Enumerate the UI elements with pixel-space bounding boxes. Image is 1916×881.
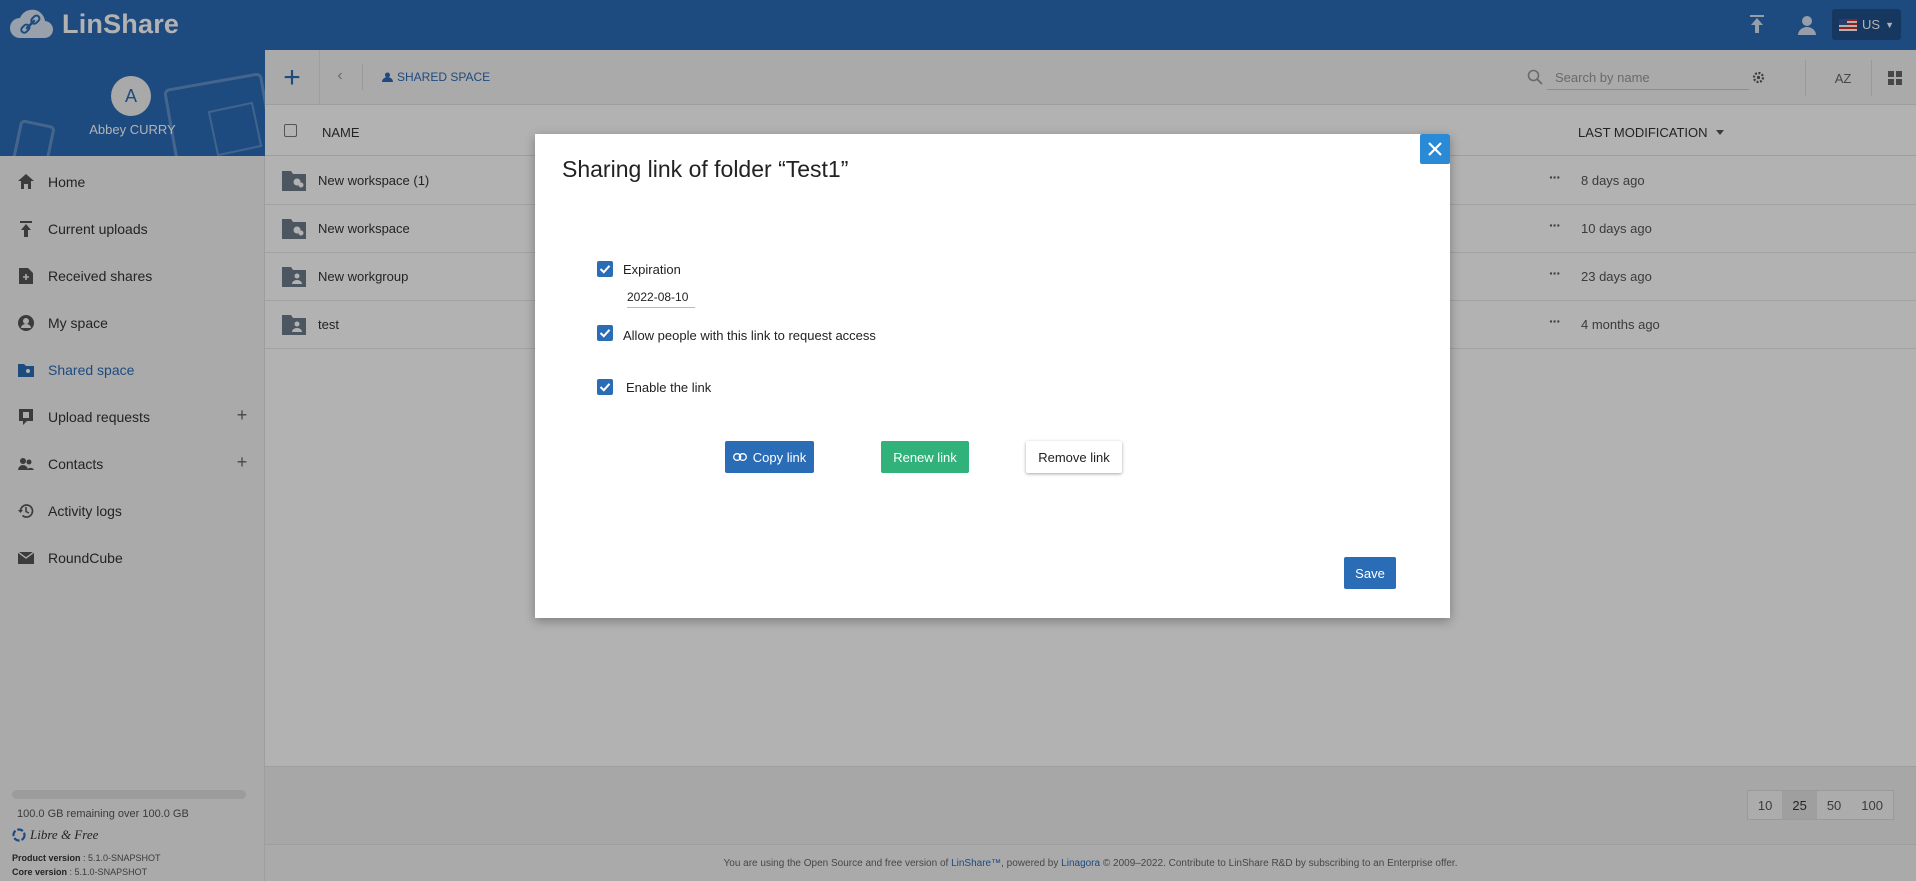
- close-button[interactable]: [1420, 134, 1450, 164]
- save-button[interactable]: Save: [1344, 557, 1396, 589]
- expiration-checkbox[interactable]: [597, 261, 613, 277]
- expiration-label: Expiration: [623, 262, 681, 277]
- check-icon: [599, 383, 611, 392]
- dialog-title: Sharing link of folder “Test1”: [562, 156, 849, 182]
- renew-link-button[interactable]: Renew link: [881, 441, 969, 473]
- enable-link-label: Enable the link: [626, 380, 712, 395]
- link-icon: [732, 453, 747, 461]
- enable-link-checkbox[interactable]: [597, 379, 613, 395]
- check-icon: [599, 329, 611, 338]
- copy-link-button[interactable]: Copy link: [725, 441, 814, 473]
- request-access-label: Allow people with this link to request a…: [623, 328, 876, 343]
- expiration-date-field[interactable]: 2022-08-10: [627, 290, 695, 308]
- copy-link-label: Copy link: [752, 449, 807, 465]
- sharing-link-dialog: Sharing link of folder “Test1” Expiratio…: [535, 134, 1450, 618]
- request-access-checkbox[interactable]: [597, 325, 613, 341]
- check-icon: [599, 265, 611, 274]
- remove-link-button[interactable]: Remove link: [1026, 441, 1122, 473]
- close-icon: [1428, 142, 1442, 156]
